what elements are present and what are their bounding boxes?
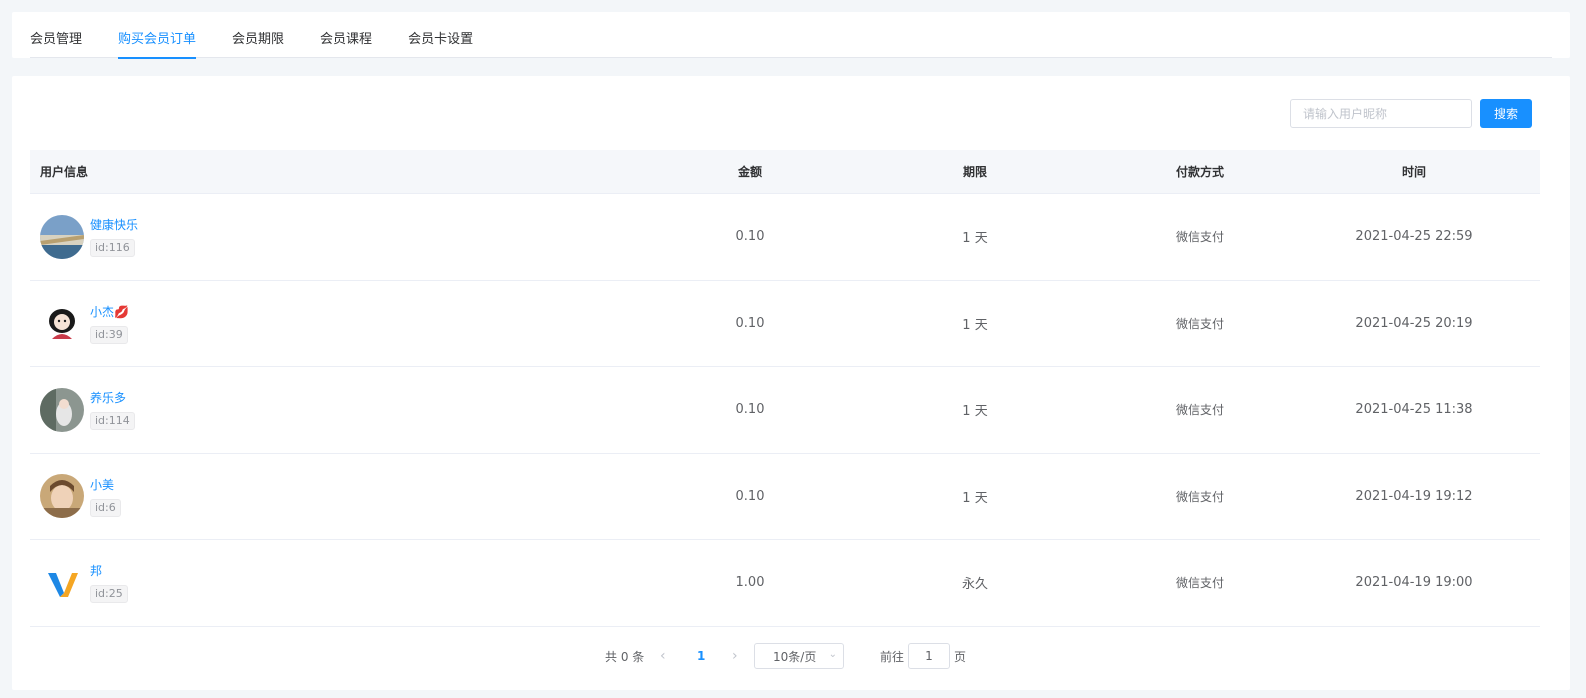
user-id-tag: id:25 — [90, 585, 128, 604]
table-row: 小杰💋 id:39 0.10 1 天 微信支付 2021-04-25 20:19 — [30, 281, 1540, 367]
avatar[interactable] — [40, 214, 84, 259]
user-id-tag: id:116 — [90, 239, 135, 258]
tab-member-period[interactable]: 会员期限 — [232, 12, 284, 58]
total-count: 共 0 条 — [605, 649, 645, 664]
user-name-link[interactable]: 小杰💋 — [90, 303, 129, 320]
user-name-link[interactable]: 小美 — [90, 476, 121, 493]
page-number[interactable]: 1 — [697, 649, 705, 663]
orders-panel: 搜索 用户信息 金额 期限 付款方式 时间 健康快乐 — [12, 76, 1570, 690]
period-cell: 1 天 — [962, 231, 988, 247]
chevron-left-icon[interactable]: ‹ — [660, 648, 666, 664]
header-pay-method: 付款方式 — [1175, 165, 1224, 179]
page-size-value: 10条/页 — [773, 649, 817, 664]
time-cell: 2021-04-25 22:59 — [1355, 229, 1473, 245]
chevron-down-icon: ⌄ — [828, 649, 837, 660]
header-period: 期限 — [962, 165, 987, 179]
table-row: 健康快乐 id:116 0.10 1 天 微信支付 2021-04-25 22:… — [30, 194, 1540, 281]
header-time: 时间 — [1401, 165, 1426, 179]
orders-table: 用户信息 金额 期限 付款方式 时间 健康快乐 id:116 0.10 1 天 … — [30, 150, 1540, 627]
tab-card-settings[interactable]: 会员卡设置 — [408, 12, 473, 58]
table-row: 小美 id:6 0.10 1 天 微信支付 2021-04-19 19:12 — [30, 454, 1540, 540]
amount-cell: 0.10 — [735, 315, 765, 331]
amount-cell: 0.10 — [735, 229, 765, 245]
user-name-link[interactable]: 养乐多 — [90, 389, 135, 406]
table-row: 养乐多 id:114 0.10 1 天 微信支付 2021-04-25 11:3… — [30, 367, 1540, 454]
table-row: 邦 id:25 1.00 永久 微信支付 2021-04-19 19:00 — [30, 540, 1540, 627]
table-header: 用户信息 金额 期限 付款方式 时间 — [30, 150, 1540, 194]
chevron-right-icon[interactable]: › — [732, 648, 738, 664]
period-cell: 1 天 — [962, 404, 988, 420]
pay-method-cell: 微信支付 — [1175, 489, 1224, 504]
header-user-info: 用户信息 — [40, 165, 89, 179]
amount-cell: 1.00 — [735, 575, 765, 591]
pay-method-cell: 微信支付 — [1175, 403, 1224, 418]
tab-member-courses[interactable]: 会员课程 — [320, 12, 372, 58]
period-cell: 永久 — [961, 577, 988, 593]
header-amount: 金额 — [737, 165, 762, 179]
avatar[interactable] — [40, 301, 84, 346]
user-cell: 小美 id:6 — [30, 474, 662, 519]
goto-label: 前往 — [880, 649, 905, 664]
user-id-tag: id:114 — [90, 412, 135, 431]
pay-method-cell: 微信支付 — [1175, 576, 1224, 591]
tab-member-management[interactable]: 会员管理 — [30, 12, 82, 58]
page-jump-input[interactable] — [908, 643, 950, 669]
user-cell: 小杰💋 id:39 — [30, 301, 662, 346]
user-name-link[interactable]: 邦 — [90, 562, 128, 579]
pay-method-cell: 微信支付 — [1175, 316, 1224, 331]
avatar[interactable] — [40, 387, 84, 432]
pay-method-cell: 微信支付 — [1175, 230, 1224, 245]
amount-cell: 0.10 — [735, 402, 765, 418]
amount-cell: 0.10 — [735, 488, 765, 504]
page-size-select[interactable]: 10条/页 ⌄ — [754, 643, 844, 669]
time-cell: 2021-04-25 20:19 — [1355, 315, 1473, 331]
user-name-link[interactable]: 健康快乐 — [90, 216, 138, 233]
user-id-tag: id:6 — [90, 498, 121, 517]
page-suffix-label: 页 — [954, 649, 967, 664]
tab-bar: 会员管理 购买会员订单 会员期限 会员课程 会员卡设置 — [30, 12, 1552, 59]
avatar[interactable] — [40, 560, 84, 605]
period-cell: 1 天 — [962, 317, 988, 333]
avatar[interactable] — [40, 474, 84, 519]
time-cell: 2021-04-25 11:38 — [1355, 402, 1473, 418]
nickname-search-input[interactable] — [1290, 99, 1472, 128]
user-cell: 健康快乐 id:116 — [30, 214, 662, 259]
user-id-tag: id:39 — [90, 325, 128, 344]
search-button[interactable]: 搜索 — [1480, 99, 1532, 128]
time-cell: 2021-04-19 19:12 — [1355, 488, 1473, 504]
time-cell: 2021-04-19 19:00 — [1355, 575, 1473, 591]
tab-purchase-orders[interactable]: 购买会员订单 — [118, 12, 197, 59]
period-cell: 1 天 — [962, 490, 988, 506]
user-cell: 邦 id:25 — [30, 560, 662, 605]
user-cell: 养乐多 id:114 — [30, 387, 662, 432]
tabs-card: 会员管理 购买会员订单 会员期限 会员课程 会员卡设置 — [12, 12, 1570, 59]
pagination: 共 0 条 ‹ 1 › 10条/页 ⌄ 前往 页 — [12, 643, 1570, 669]
